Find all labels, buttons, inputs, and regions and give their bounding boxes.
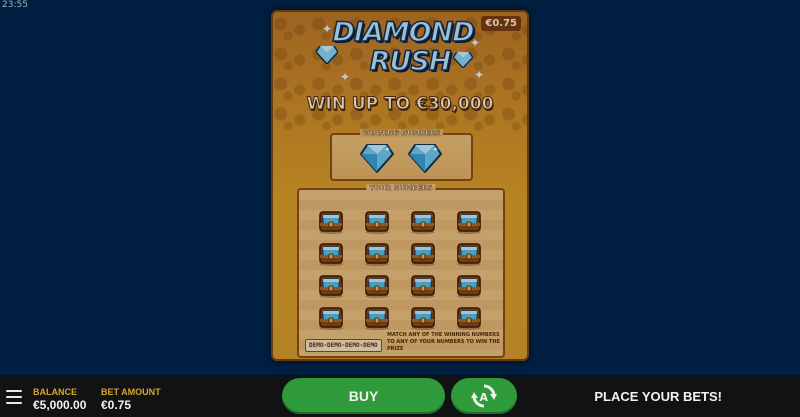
sparkle-icon: ✦ — [340, 70, 351, 84]
scratch-ticket[interactable]: €0.75 ✦ ✦ ✦ ✦ DIAMOND RUSH WIN UP TO €30… — [271, 10, 529, 361]
bet-amount-label: BET AMOUNT — [101, 387, 161, 397]
treasure-chest-icon[interactable] — [409, 240, 437, 266]
diamond-icon: ✦ — [360, 144, 394, 173]
treasure-chest-icon[interactable] — [455, 304, 483, 330]
treasure-chest-icon[interactable] — [363, 208, 391, 234]
your-numbers-panel: YOUR NUMBERS DEMO-DEMO-DEMO-DEMO MATCH A… — [297, 184, 505, 358]
treasure-chest-icon[interactable] — [409, 304, 437, 330]
treasure-chest-icon[interactable] — [317, 304, 345, 330]
treasure-chest-icon[interactable] — [317, 240, 345, 266]
sparkle-icon: ✦ — [470, 36, 481, 50]
status-time: 23:55 — [2, 0, 28, 10]
bet-amount-display[interactable]: BET AMOUNT €0.75 — [101, 387, 161, 413]
treasure-chest-icon[interactable] — [317, 272, 345, 298]
status-message: PLACE YOUR BETS! — [594, 389, 722, 404]
balance-label: BALANCE — [33, 387, 77, 397]
logo-gem-right-icon — [453, 52, 473, 68]
demo-tag: DEMO-DEMO-DEMO-DEMO — [305, 339, 382, 352]
treasure-chest-icon[interactable] — [455, 272, 483, 298]
your-numbers-label: YOUR NUMBERS — [366, 184, 436, 192]
logo-title-line1: DIAMOND — [332, 17, 476, 49]
treasure-chest-icon[interactable] — [363, 304, 391, 330]
prize-headline: WIN UP TO €30,000 — [306, 94, 494, 115]
treasure-chest-icon[interactable] — [317, 208, 345, 234]
bottom-bar: BALANCE €5,000.00 BET AMOUNT €0.75 BUY A… — [0, 375, 800, 417]
winning-numbers-label: WINNING NUMBERS — [359, 129, 444, 137]
svg-text:A: A — [480, 391, 489, 404]
svg-text:✦: ✦ — [384, 145, 391, 154]
treasure-chest-icon[interactable] — [455, 240, 483, 266]
treasure-chest-icon[interactable] — [409, 272, 437, 298]
logo-gem-left-icon — [316, 46, 338, 64]
treasure-chest-icon[interactable] — [363, 272, 391, 298]
buy-button[interactable]: BUY — [282, 378, 445, 414]
balance-value: €5,000.00 — [33, 398, 87, 412]
autoplay-icon: A — [471, 384, 497, 408]
ticket-price: €0.75 — [481, 16, 521, 31]
winning-numbers-panel: WINNING NUMBERS ✦ ✦ — [330, 129, 473, 181]
sparkle-icon: ✦ — [322, 22, 333, 36]
treasure-chest-icon[interactable] — [455, 208, 483, 234]
treasure-chest-icon[interactable] — [363, 240, 391, 266]
autoplay-button[interactable]: A — [451, 378, 517, 414]
diamond-icon: ✦ — [408, 144, 442, 173]
game-logo: ✦ ✦ ✦ ✦ DIAMOND RUSH — [316, 17, 484, 88]
instructions-text: MATCH ANY OF THE WINNING NUMBERS TO ANY … — [387, 332, 500, 352]
treasure-chest-icon[interactable] — [409, 208, 437, 234]
menu-icon[interactable] — [6, 390, 22, 404]
svg-text:✦: ✦ — [432, 145, 439, 154]
balance-display: BALANCE €5,000.00 — [33, 387, 86, 413]
sparkle-icon: ✦ — [474, 68, 485, 82]
bet-amount-value: €0.75 — [101, 398, 132, 412]
